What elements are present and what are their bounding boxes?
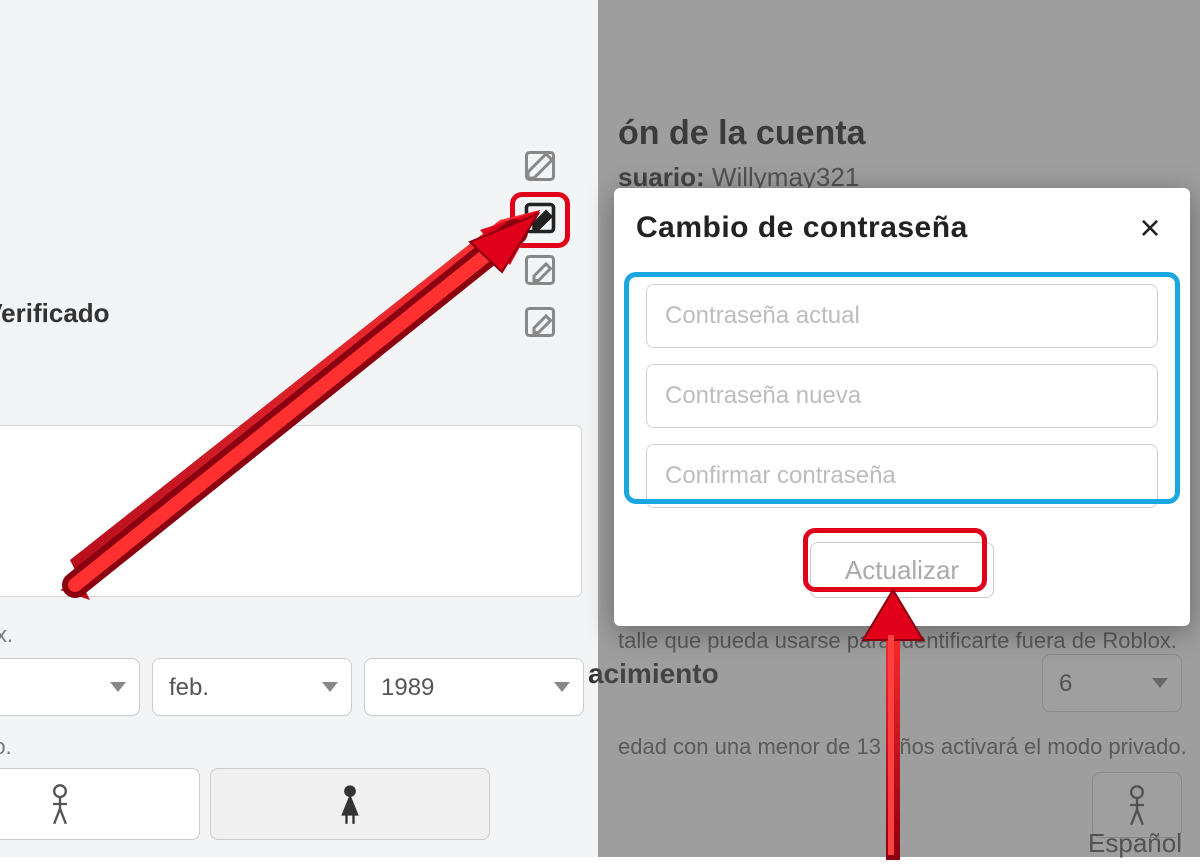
- close-icon: ×: [1139, 207, 1160, 248]
- dob-day-select[interactable]: 5: [0, 658, 140, 716]
- gender-female-button[interactable]: [210, 768, 490, 840]
- password-fields-group: [636, 274, 1168, 518]
- private-mode-note: › privado.: [0, 734, 12, 760]
- edit-icon[interactable]: [522, 148, 558, 184]
- update-password-button[interactable]: Actualizar: [810, 542, 994, 598]
- modal-title: Cambio de contraseña: [636, 211, 968, 245]
- current-password-input[interactable]: [646, 284, 1158, 348]
- edit-icon[interactable]: [522, 252, 558, 288]
- change-password-modal: Cambio de contraseña × Actualizar: [614, 188, 1190, 626]
- settings-panel-right: ón de la cuenta suario: Willymay321 tall…: [598, 0, 1200, 857]
- male-icon: [46, 784, 74, 824]
- gender-male-button[interactable]: [0, 768, 200, 840]
- modal-close-button[interactable]: ×: [1132, 210, 1168, 246]
- verified-label: Verificado: [0, 298, 110, 329]
- email-row: nail.com ✓ Verificado: [0, 298, 110, 329]
- dob-month-select[interactable]: feb.: [152, 658, 352, 716]
- settings-panel-left: o nail.com ✓ Verificado e Roblox. 5 feb.…: [0, 0, 598, 857]
- confirm-password-input[interactable]: [646, 444, 1158, 508]
- dob-row: 5 feb. 1989: [0, 658, 584, 716]
- edit-password-icon[interactable]: [522, 200, 558, 236]
- edit-icon[interactable]: [522, 304, 558, 340]
- modal-header: Cambio de contraseña ×: [636, 210, 1168, 246]
- dob-year-select[interactable]: 1989: [364, 658, 584, 716]
- new-password-input[interactable]: [646, 364, 1158, 428]
- gender-row: [0, 768, 490, 840]
- edit-icons-column: [522, 148, 558, 340]
- bio-textarea[interactable]: [0, 425, 582, 597]
- modal-actions: Actualizar: [636, 542, 1168, 598]
- left-content: o nail.com ✓ Verificado e Roblox. 5 feb.…: [0, 0, 598, 857]
- female-icon: [336, 784, 364, 824]
- roblox-note: e Roblox.: [0, 622, 13, 648]
